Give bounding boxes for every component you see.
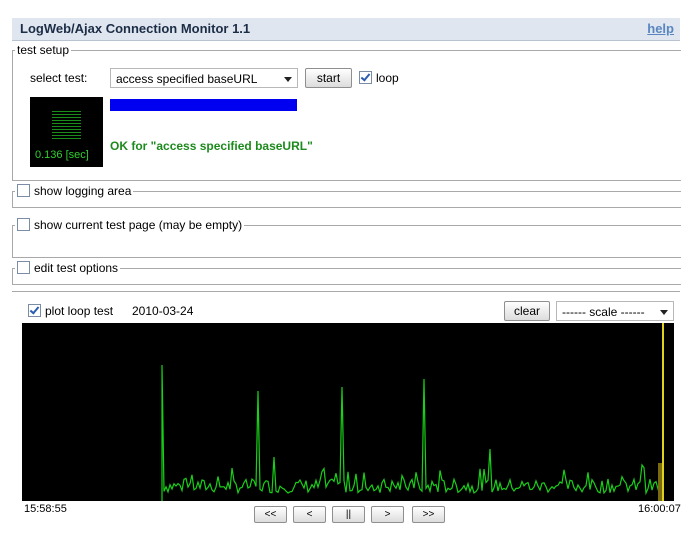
title-bar: LogWeb/Ajax Connection Monitor 1.1 help [12,18,680,41]
nav-last-button[interactable]: >> [412,506,445,523]
timer-display: 0.136 [sec] [30,97,103,167]
plot-date: 2010-03-24 [132,304,194,318]
chevron-down-icon [660,310,668,315]
nav-first-button[interactable]: << [254,506,287,523]
test-select-value: access specified baseURL [116,72,258,86]
activity-indicator-icon [52,111,81,140]
plot-checkbox[interactable] [28,304,41,317]
clear-button[interactable]: clear [504,301,550,321]
plot-label: plot loop test [45,304,114,318]
nav-next-button[interactable]: > [371,506,404,523]
progress-bar [110,99,297,111]
timer-value: 0.136 [sec] [35,149,89,161]
testpage-legend[interactable]: show current test page (may be empty) [15,218,244,232]
testpage-label: show current test page (may be empty) [34,218,243,232]
loop-checkbox[interactable] [359,71,372,84]
options-checkbox[interactable] [17,261,30,274]
nav-prev-button[interactable]: < [293,506,326,523]
testpage-group: show current test page (may be empty) [12,218,681,258]
scale-select-value: ------ scale ------ [562,305,645,319]
select-test-label: select test: [30,71,88,85]
status-message: OK for "access specified baseURL" [110,139,313,153]
loop-label: loop [376,71,399,85]
response-time-line [161,364,662,501]
app-title: LogWeb/Ajax Connection Monitor 1.1 [20,21,251,36]
nav-pause-button[interactable]: || [332,506,365,523]
help-link[interactable]: help [647,21,674,36]
options-legend[interactable]: edit test options [15,261,120,275]
plot-toggle[interactable]: plot loop test [28,304,113,318]
start-button[interactable]: start [305,68,352,88]
loop-toggle[interactable]: loop [359,71,399,85]
chevron-down-icon [284,77,292,82]
testpage-checkbox[interactable] [17,218,30,231]
logging-group: show logging area [12,184,681,208]
plot-separator [12,291,680,292]
test-setup-group: test setup [12,43,681,181]
options-label: edit test options [34,261,119,275]
test-select[interactable]: access specified baseURL [110,68,298,88]
plot-svg [161,323,664,501]
logging-legend[interactable]: show logging area [15,184,133,198]
options-group: edit test options [12,261,681,285]
test-setup-legend: test setup [17,43,70,57]
scale-select[interactable]: ------ scale ------ [556,301,674,321]
plot-area [22,323,674,501]
logging-label: show logging area [34,184,132,198]
logging-checkbox[interactable] [17,184,30,197]
plot-end-time: 16:00:07 [638,503,681,515]
plot-start-time: 15:58:55 [24,503,67,515]
current-time-marker-shadow [658,463,662,501]
current-time-marker [662,323,664,501]
